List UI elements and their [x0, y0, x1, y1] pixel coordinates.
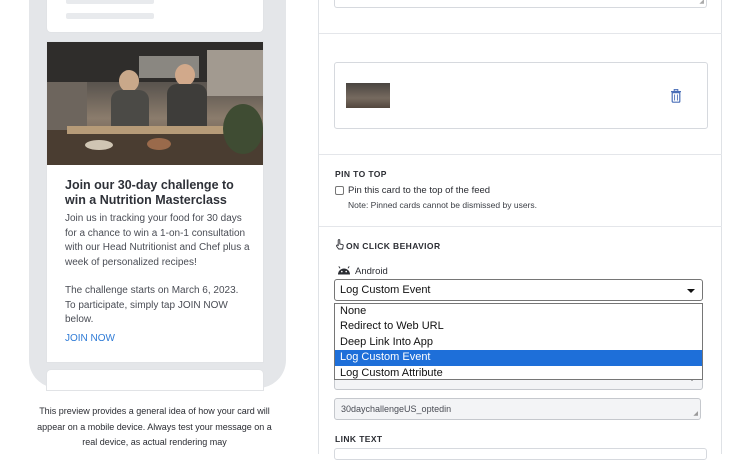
- resize-grip-icon[interactable]: ◢: [699, 0, 704, 5]
- media-thumbnail: [346, 83, 390, 108]
- pin-to-top-heading: PIN TO TOP: [335, 169, 387, 179]
- link-text-input[interactable]: [334, 448, 707, 460]
- pin-to-top-note: Note: Pinned cards cannot be dismissed b…: [348, 200, 537, 210]
- trash-icon[interactable]: [670, 89, 682, 103]
- content-card[interactable]: Join our 30-day challenge to win a Nutri…: [47, 42, 263, 362]
- previous-card: [47, 0, 263, 32]
- pin-to-top-checkbox[interactable]: [335, 186, 344, 195]
- custom-event-name-value: 30daychallengeUS_optedin: [341, 404, 452, 414]
- option-none[interactable]: None: [335, 304, 702, 319]
- divider: [319, 226, 723, 227]
- selected-value: Log Custom Event: [340, 284, 431, 296]
- next-card: [47, 370, 263, 390]
- card-image: [47, 42, 263, 165]
- divider: [319, 154, 723, 155]
- description-textarea[interactable]: ◢: [334, 0, 707, 8]
- pin-to-top-label[interactable]: Pin this card to the top of the feed: [348, 185, 490, 196]
- on-click-behavior-select[interactable]: Log Custom Event: [334, 279, 703, 301]
- resize-grip-icon[interactable]: ◢: [693, 411, 698, 417]
- divider: [319, 33, 723, 34]
- custom-event-name-input[interactable]: 30daychallengeUS_optedin ◢: [334, 398, 701, 420]
- link-text-heading: LINK TEXT: [335, 434, 383, 444]
- card-title: Join our 30-day challenge to win a Nutri…: [65, 178, 234, 207]
- skeleton-line: [66, 13, 154, 19]
- chevron-down-icon: [687, 289, 695, 293]
- preview-pane: Join our 30-day challenge to win a Nutri…: [0, 0, 318, 454]
- card-body-text: The challenge starts on March 6, 2023. T…: [65, 285, 239, 325]
- option-redirect-to-web-url[interactable]: Redirect to Web URL: [335, 319, 702, 334]
- card-cta-link[interactable]: JOIN NOW: [65, 333, 115, 344]
- card-settings-form: ◢ PIN TO TOP Pin this card to the top of…: [318, 0, 723, 460]
- on-click-behavior-heading: ON CLICK BEHAVIOR: [346, 241, 441, 251]
- skeleton-line: [66, 0, 154, 4]
- option-log-custom-event[interactable]: Log Custom Event: [335, 350, 702, 366]
- pointer-click-icon: [336, 239, 344, 250]
- platform-label: Android: [355, 266, 388, 277]
- android-icon: [338, 266, 350, 275]
- media-upload-box: [334, 62, 708, 129]
- option-deep-link-into-app[interactable]: Deep Link Into App: [335, 335, 702, 350]
- option-log-custom-attribute[interactable]: Log Custom Attribute: [335, 366, 702, 381]
- preview-note: This preview provides a general idea of …: [37, 406, 272, 447]
- page-margin: [722, 0, 750, 454]
- card-body-text: Join us in tracking your food for 30 day…: [65, 213, 250, 268]
- on-click-behavior-options: None Redirect to Web URL Deep Link Into …: [334, 303, 703, 380]
